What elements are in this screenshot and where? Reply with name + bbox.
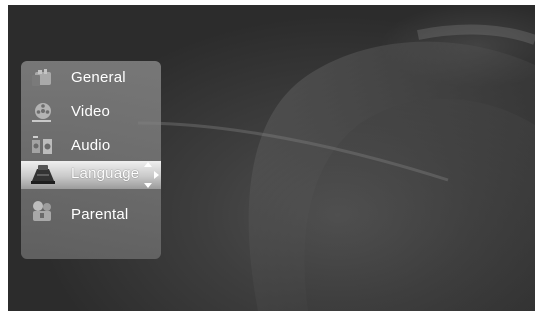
menu-item-label: General xyxy=(71,69,126,86)
menu-item-language[interactable]: Language xyxy=(21,161,161,189)
menu-item-label: Language xyxy=(71,165,140,182)
scroll-down-arrow-icon xyxy=(144,183,152,188)
menu-item-general[interactable]: General xyxy=(21,65,161,93)
menu-item-video[interactable]: Video xyxy=(21,99,161,127)
language-keyboard-icon xyxy=(29,163,55,185)
speakers-icon xyxy=(29,135,55,157)
submenu-right-arrow-icon xyxy=(154,171,159,179)
menu-item-parental[interactable]: Parental xyxy=(21,201,161,230)
film-reel-icon xyxy=(29,101,55,123)
menu-item-audio[interactable]: Audio xyxy=(21,133,161,161)
setup-menu: General Video Audio Language Parental xyxy=(21,61,161,259)
parental-lock-icon xyxy=(29,198,55,221)
general-settings-icon xyxy=(29,67,55,89)
tv-screen: General Video Audio Language Parental xyxy=(8,5,535,311)
menu-item-label: Parental xyxy=(71,206,129,223)
menu-item-label: Video xyxy=(71,103,111,120)
menu-item-label: Audio xyxy=(71,137,111,154)
scroll-up-arrow-icon xyxy=(144,162,152,167)
